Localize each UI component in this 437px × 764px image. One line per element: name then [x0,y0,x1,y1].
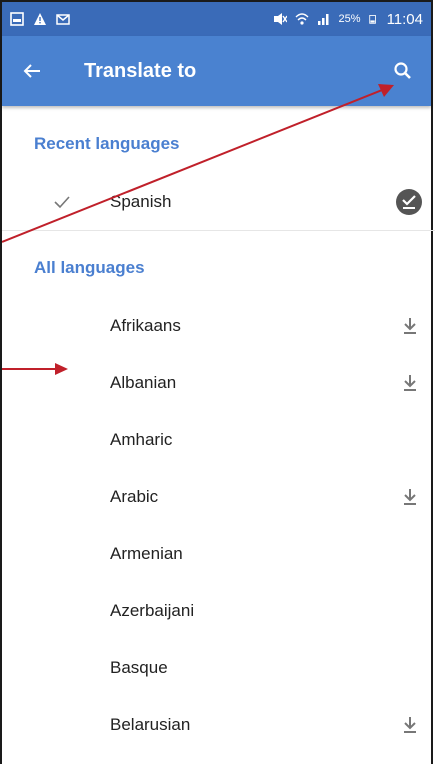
section-divider [2,230,435,231]
battery-icon [368,15,376,24]
list-item-arabic[interactable]: Arabic [2,469,435,525]
language-label: Amharic [110,430,173,449]
language-label: Belarusian [110,715,191,734]
list-item-belarusian[interactable]: Belarusian [2,697,435,753]
search-icon [394,62,411,79]
language-label: Basque [110,658,168,677]
downloaded-icon [396,189,422,215]
list-item-afrikaans[interactable]: Afrikaans [2,298,435,354]
language-label: Albanian [110,373,177,392]
status-bar: 25% 11:04 [2,2,431,36]
recent-languages-header: Recent languages [34,134,180,153]
warning-icon [34,13,46,25]
list-item-amharic[interactable]: Amharic [2,412,435,468]
email-icon [56,14,70,25]
language-label: Afrikaans [110,316,181,335]
check-icon [54,196,70,209]
list-item-albanian[interactable]: Albanian [2,355,435,411]
signal-icon [317,14,329,25]
language-label: Armenian [110,544,183,563]
download-icon[interactable] [402,316,418,336]
download-icon[interactable] [402,373,418,393]
wifi-icon [295,13,309,25]
phone-screen: 25% 11:04 Translate to Recent languages [0,0,435,764]
search-button[interactable] [375,36,431,106]
back-button[interactable] [2,36,62,106]
mute-icon [273,13,287,25]
gallery-notification-icon [10,12,24,26]
list-item-azerbaijani[interactable]: Azerbaijani [2,583,435,639]
language-label: Spanish [110,192,172,211]
list-item-spanish[interactable]: Spanish [2,174,435,230]
language-label: Arabic [110,487,159,506]
arrow-back-icon [23,64,40,78]
download-icon[interactable] [402,487,418,507]
list-item-basque[interactable]: Basque [2,640,435,696]
language-label: Azerbaijani [110,601,195,620]
page-title: Translate to [84,59,197,82]
clock: 11:04 [386,10,423,28]
download-icon[interactable] [402,715,418,735]
all-languages-header: All languages [34,258,145,277]
app-bar: Translate to [2,36,431,106]
list-item-armenian[interactable]: Armenian [2,526,435,582]
battery-percent: 25% [338,13,361,25]
